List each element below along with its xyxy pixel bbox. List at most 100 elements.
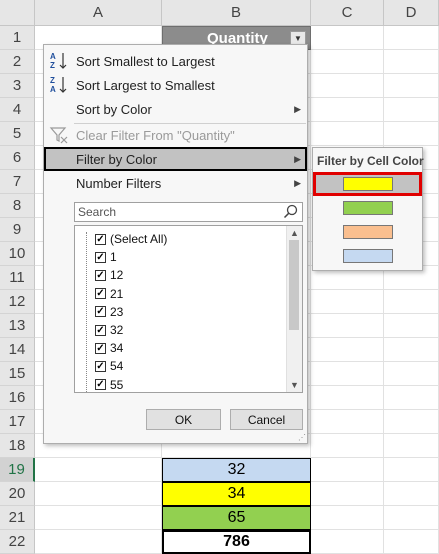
grid-cell[interactable]: [35, 530, 162, 554]
row-header-7[interactable]: 7: [0, 170, 35, 194]
filter-value-item[interactable]: ✓ 54: [95, 357, 123, 375]
grid-cell[interactable]: [311, 530, 384, 554]
grid-cell[interactable]: [311, 434, 384, 458]
column-header-b[interactable]: B: [162, 0, 311, 26]
grid-cell[interactable]: [384, 74, 439, 98]
checkbox-checked-icon[interactable]: ✓: [95, 269, 106, 281]
grid-cell[interactable]: [384, 338, 439, 362]
checkbox-checked-icon[interactable]: ✓: [95, 251, 106, 263]
sort-ascending-item[interactable]: AZ Sort Smallest to Largest: [44, 49, 307, 73]
filter-value-item[interactable]: ✓ 21: [95, 285, 123, 303]
filter-dropdown-button[interactable]: ▼: [290, 31, 306, 45]
grid-cell[interactable]: [311, 362, 384, 386]
row-header-12[interactable]: 12: [0, 290, 35, 314]
row-header-19[interactable]: 19: [0, 458, 35, 482]
row-header-17[interactable]: 17: [0, 410, 35, 434]
grid-cell[interactable]: [311, 74, 384, 98]
row-header-8[interactable]: 8: [0, 194, 35, 218]
row-header-6[interactable]: 6: [0, 146, 35, 170]
grid-cell[interactable]: [311, 98, 384, 122]
row-header-3[interactable]: 3: [0, 74, 35, 98]
checkbox-checked-icon[interactable]: ✓: [95, 342, 106, 354]
checkbox-checked-icon[interactable]: ✓: [95, 324, 106, 336]
grid-cell[interactable]: [384, 26, 439, 50]
column-header-a[interactable]: A: [35, 0, 162, 26]
grid-cell[interactable]: [384, 434, 439, 458]
row-header-18[interactable]: 18: [0, 434, 35, 458]
scroll-up-icon[interactable]: ▲: [287, 226, 302, 240]
grid-cell[interactable]: [384, 482, 439, 506]
clear-filter-item[interactable]: Clear Filter From "Quantity": [44, 123, 307, 147]
quantity-cell[interactable]: 34: [162, 482, 311, 506]
cancel-button[interactable]: Cancel: [230, 409, 303, 430]
color-swatch-option[interactable]: [313, 196, 422, 220]
row-header-5[interactable]: 5: [0, 122, 35, 146]
column-header-c[interactable]: C: [311, 0, 384, 26]
grid-cell[interactable]: [35, 506, 162, 530]
grid-cell[interactable]: [384, 290, 439, 314]
row-header-10[interactable]: 10: [0, 242, 35, 266]
checkbox-checked-icon[interactable]: ✓: [95, 379, 106, 391]
quantity-cell[interactable]: 32: [162, 458, 311, 482]
grid-cell[interactable]: [35, 482, 162, 506]
row-header-13[interactable]: 13: [0, 314, 35, 338]
grid-cell[interactable]: [384, 314, 439, 338]
row-header-21[interactable]: 21: [0, 506, 35, 530]
row-header-16[interactable]: 16: [0, 386, 35, 410]
checkbox-checked-icon[interactable]: ✓: [95, 306, 106, 318]
value-checklist[interactable]: ✓ (Select All) ✓ 1 ✓ 12 ✓ 21 ✓ 23 ✓ 32 ✓ 34 ✓ 54 ✓ 55 ▲ ▼: [74, 225, 303, 393]
filter-value-item[interactable]: ✓ 34: [95, 339, 123, 357]
grid-cell[interactable]: [384, 410, 439, 434]
row-header-2[interactable]: 2: [0, 50, 35, 74]
sort-descending-item[interactable]: ZA Sort Largest to Smallest: [44, 73, 307, 97]
filter-value-item[interactable]: ✓ (Select All): [95, 230, 167, 248]
scroll-down-icon[interactable]: ▼: [287, 378, 302, 392]
row-header-14[interactable]: 14: [0, 338, 35, 362]
filter-value-item[interactable]: ✓ 32: [95, 321, 123, 339]
color-swatch-option[interactable]: [313, 220, 422, 244]
number-filters-item[interactable]: Number Filters ▶: [44, 171, 307, 195]
grid-cell[interactable]: [384, 458, 439, 482]
grid-cell[interactable]: [311, 26, 384, 50]
grid-cell[interactable]: [384, 50, 439, 74]
grid-cell[interactable]: [311, 50, 384, 74]
search-input[interactable]: Search: [74, 202, 303, 222]
grid-cell[interactable]: [311, 410, 384, 434]
sort-by-color-item[interactable]: Sort by Color ▶: [44, 97, 307, 121]
checkbox-checked-icon[interactable]: ✓: [95, 233, 106, 245]
grid-cell[interactable]: [311, 290, 384, 314]
list-scrollbar[interactable]: ▲ ▼: [286, 226, 302, 392]
grid-cell[interactable]: [384, 362, 439, 386]
row-header-1[interactable]: 1: [0, 26, 35, 50]
select-all-corner[interactable]: [0, 0, 35, 26]
grid-cell[interactable]: [311, 122, 384, 146]
quantity-cell[interactable]: 65: [162, 506, 311, 530]
grid-cell[interactable]: [384, 122, 439, 146]
grid-cell[interactable]: [384, 530, 439, 554]
grid-cell[interactable]: [311, 506, 384, 530]
grid-cell[interactable]: [311, 458, 384, 482]
grid-cell[interactable]: [311, 482, 384, 506]
grid-cell[interactable]: [311, 314, 384, 338]
filter-value-item[interactable]: ✓ 55: [95, 376, 123, 392]
filter-by-color-item[interactable]: Filter by Color ▶: [44, 147, 307, 171]
row-header-15[interactable]: 15: [0, 362, 35, 386]
row-header-22[interactable]: 22: [0, 530, 35, 554]
grid-cell[interactable]: [311, 386, 384, 410]
row-header-9[interactable]: 9: [0, 218, 35, 242]
color-swatch-option[interactable]: [313, 172, 422, 196]
filter-value-item[interactable]: ✓ 12: [95, 266, 123, 284]
grid-cell[interactable]: [35, 458, 162, 482]
filter-value-item[interactable]: ✓ 1: [95, 248, 117, 266]
scroll-thumb[interactable]: [289, 240, 299, 330]
grid-cell[interactable]: [311, 338, 384, 362]
grid-cell[interactable]: [384, 386, 439, 410]
column-header-d[interactable]: D: [384, 0, 439, 26]
checkbox-checked-icon[interactable]: ✓: [95, 360, 106, 372]
quantity-cell[interactable]: 786: [162, 530, 311, 554]
resize-grip-icon[interactable]: ⋰: [298, 433, 306, 442]
filter-value-item[interactable]: ✓ 23: [95, 303, 123, 321]
checkbox-checked-icon[interactable]: ✓: [95, 288, 106, 300]
row-header-20[interactable]: 20: [0, 482, 35, 506]
color-swatch-option[interactable]: [313, 244, 422, 268]
